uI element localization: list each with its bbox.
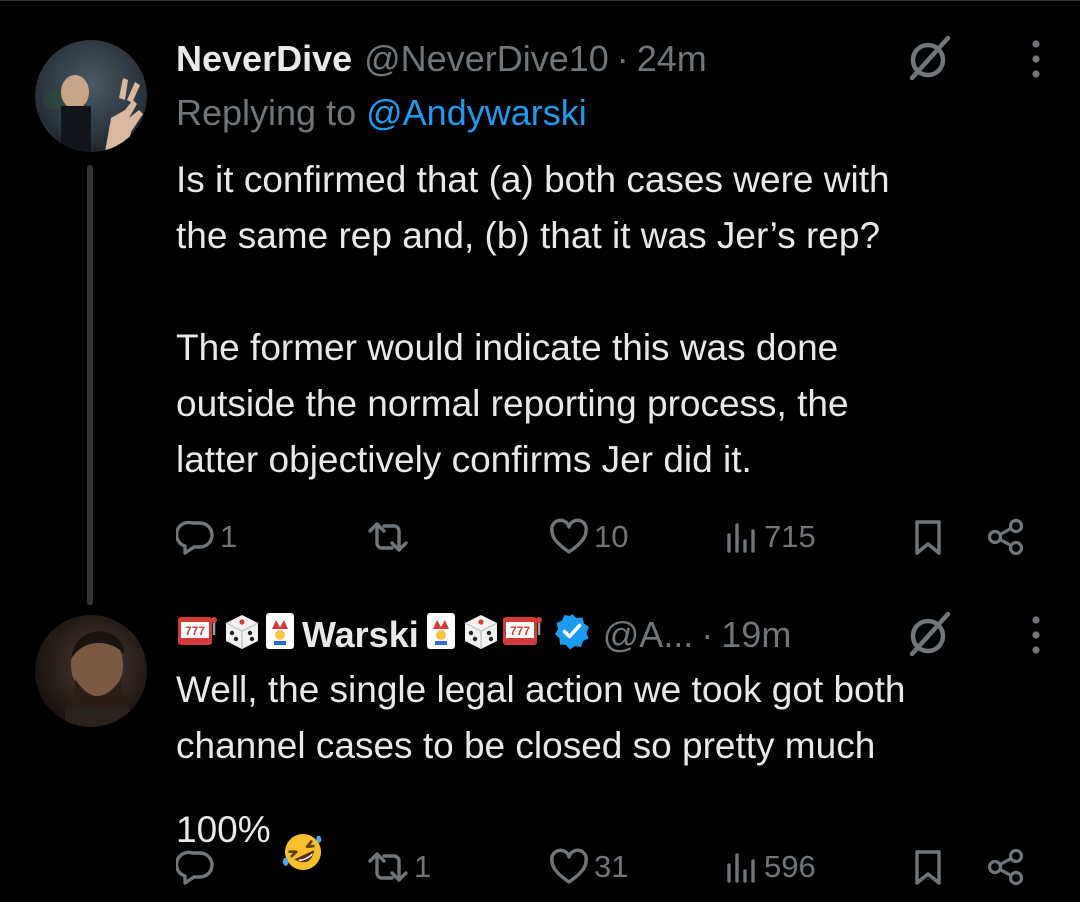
bookmark-button[interactable] <box>910 512 946 562</box>
more-options-icon[interactable] <box>1028 614 1044 656</box>
verified-badge-icon[interactable] <box>553 612 591 659</box>
views-chart-icon <box>727 523 755 553</box>
views-button[interactable]: 596 <box>724 842 816 892</box>
retweet-icon <box>368 522 408 552</box>
like-count: 10 <box>594 519 629 554</box>
display-name[interactable]: NeverDive <box>176 38 352 80</box>
share-icon <box>987 518 1024 556</box>
retweet-count: 1 <box>414 849 432 884</box>
heart-icon <box>550 518 588 554</box>
user-handle[interactable]: @NeverDive10 <box>364 38 609 80</box>
grok-icon[interactable] <box>904 32 956 84</box>
reply-button[interactable] <box>176 842 220 892</box>
game-die-emoji-icon <box>220 611 262 660</box>
reply-count: 1 <box>220 519 238 554</box>
joker-card-emoji-icon <box>423 611 459 660</box>
slot-machine-emoji-icon: 777 <box>501 611 545 660</box>
bookmark-icon <box>915 850 941 885</box>
avatar-photo-icon <box>35 615 147 727</box>
share-button[interactable] <box>986 512 1026 562</box>
tweet-paragraph: Is it confirmed that (a) both cases were… <box>176 159 890 256</box>
tweet-neverdive[interactable]: NeverDive @NeverDive10 · 24m Replying to… <box>0 0 1080 605</box>
reply-icon <box>176 850 214 885</box>
tweet-header: 777 Warski 777 @A... · 19m <box>176 610 1044 660</box>
joker-card-emoji-icon <box>262 611 298 660</box>
timestamp[interactable]: 19m <box>721 614 791 656</box>
reply-button[interactable]: 1 <box>176 512 237 562</box>
bookmark-button[interactable] <box>910 842 946 892</box>
separator-dot: · <box>701 614 714 655</box>
slot-machine-emoji-icon: 777 <box>176 611 220 660</box>
retweet-button[interactable]: 1 <box>366 842 431 892</box>
retweet-icon <box>368 852 408 882</box>
share-button[interactable] <box>986 842 1026 892</box>
display-name[interactable]: Warski <box>302 614 419 656</box>
svg-text:777: 777 <box>185 624 205 638</box>
svg-text:777: 777 <box>510 624 530 638</box>
user-handle[interactable]: @A... <box>603 614 694 656</box>
like-count: 31 <box>594 849 629 884</box>
views-chart-icon <box>727 853 755 883</box>
replying-to-label: Replying to <box>176 92 357 133</box>
replying-to: Replying to @Andywarski <box>176 92 587 134</box>
view-count: 715 <box>764 519 816 554</box>
heart-icon <box>550 848 588 884</box>
like-button[interactable]: 10 <box>548 512 628 562</box>
avatar-photo-icon <box>35 40 147 152</box>
tweet-actions: 1 31 596 <box>176 842 1044 892</box>
tweet-paragraph: The former would indicate this was done … <box>176 327 849 480</box>
retweet-button[interactable] <box>366 512 414 562</box>
bookmark-icon <box>915 520 941 555</box>
reply-mention-link[interactable]: @Andywarski <box>366 92 587 133</box>
tweet-text: Is it confirmed that (a) both cases were… <box>176 152 1036 488</box>
tweet-header: NeverDive @NeverDive10 · 24m <box>176 34 1044 84</box>
views-button[interactable]: 715 <box>724 512 816 562</box>
avatar[interactable] <box>35 40 147 152</box>
view-count: 596 <box>764 849 816 884</box>
thread-connector-line <box>87 165 93 605</box>
grok-icon[interactable] <box>904 608 956 660</box>
tweet-actions: 1 10 715 <box>176 512 1044 562</box>
more-options-icon[interactable] <box>1028 38 1044 80</box>
game-die-emoji-icon <box>459 611 501 660</box>
separator-dot: · <box>616 38 629 79</box>
like-button[interactable]: 31 <box>548 842 628 892</box>
reply-icon <box>176 520 214 555</box>
timestamp[interactable]: 24m <box>637 38 707 80</box>
tweet-warski[interactable]: 777 Warski 777 @A... · 19m Well, the sin… <box>0 590 1080 902</box>
share-icon <box>987 848 1024 886</box>
avatar[interactable] <box>35 615 147 727</box>
